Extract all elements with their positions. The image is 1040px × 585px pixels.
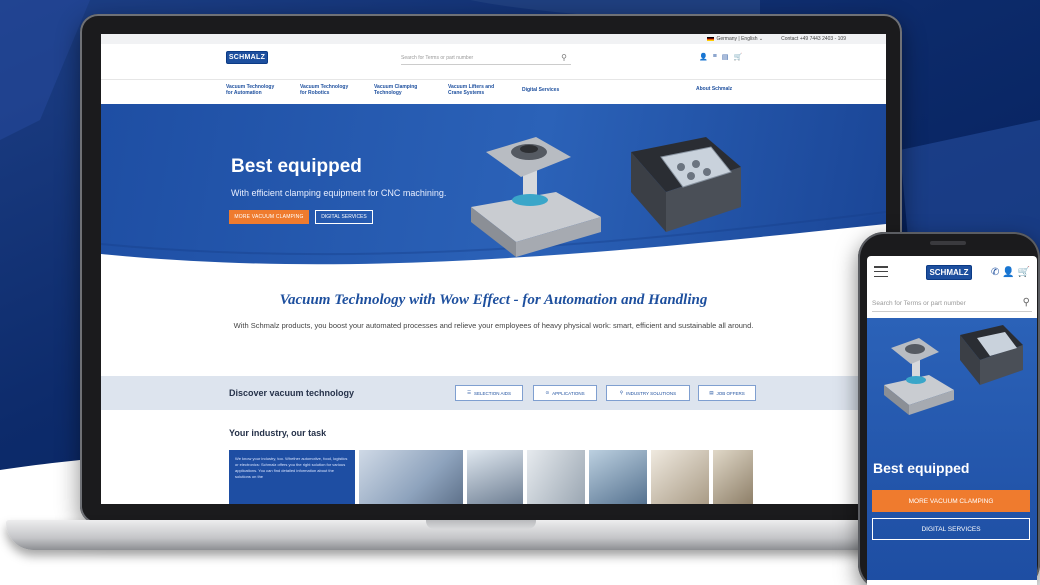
digital-services-button[interactable]: DIGITAL SERVICES bbox=[315, 210, 373, 224]
locale-selector[interactable]: Germany | English ⌄ bbox=[707, 36, 763, 42]
phone-digital-services-button[interactable]: DIGITAL SERVICES bbox=[872, 518, 1030, 540]
phone-frame: SCHMALZ ✆ 👤 🛒 Search for Terms or part n… bbox=[858, 232, 1040, 585]
nav-item-clamping[interactable]: Vacuum Clamping Technology bbox=[374, 84, 430, 96]
phone-search-placeholder: Search for Terms or part number bbox=[872, 300, 966, 307]
phone-schmalz-logo[interactable]: SCHMALZ bbox=[926, 265, 972, 280]
vacuum-gripper-product-image bbox=[631, 137, 741, 232]
industry-title: Your industry, our task bbox=[229, 428, 327, 438]
laptop-screen: Germany | English ⌄ Contact +49 7443 240… bbox=[101, 34, 886, 504]
phone-search-input[interactable]: Search for Terms or part number ⚲ bbox=[872, 294, 1032, 312]
intro-section: Vacuum Technology with Wow Effect - for … bbox=[101, 280, 886, 332]
search-input[interactable]: Search for Terms or part number ⚲ bbox=[401, 52, 571, 65]
phone-screen: SCHMALZ ✆ 👤 🛒 Search for Terms or part n… bbox=[867, 256, 1037, 585]
phone-header: SCHMALZ ✆ 👤 🛒 bbox=[867, 256, 1037, 290]
industry-image-electronics[interactable] bbox=[467, 450, 523, 504]
vacuum-clamp-product-image bbox=[471, 137, 601, 257]
job-offers-label: JOB OFFERS bbox=[716, 390, 745, 396]
phone-header-icons: ✆ 👤 🛒 bbox=[991, 267, 1030, 278]
selection-aids-button[interactable]: ☰ SELECTION AIDS bbox=[455, 385, 523, 401]
hero-wrapper: Best equipped With efficient clamping eq… bbox=[101, 104, 886, 290]
cart-icon[interactable]: 🛒 bbox=[733, 53, 742, 61]
applications-button[interactable]: ⊙ APPLICATIONS bbox=[533, 385, 597, 401]
industry-image-wood[interactable] bbox=[651, 450, 709, 504]
more-vacuum-clamping-button[interactable]: MORE VACUUM CLAMPING bbox=[229, 210, 309, 224]
selection-aids-label: SELECTION AIDS bbox=[474, 390, 512, 396]
nav-item-lifters[interactable]: Vacuum Lifters and Crane Systems bbox=[448, 84, 504, 96]
sliders-icon: ☰ bbox=[466, 390, 472, 395]
industry-image-logistics[interactable] bbox=[527, 450, 585, 504]
industry-image-automotive[interactable] bbox=[359, 450, 463, 504]
schmalz-logo[interactable]: SCHMALZ bbox=[226, 51, 268, 64]
play-circle-icon: ⊙ bbox=[545, 390, 550, 395]
discover-label: Discover vacuum technology bbox=[229, 388, 355, 398]
hero-title: Best equipped bbox=[231, 156, 362, 177]
intro-title: Vacuum Technology with Wow Effect - for … bbox=[279, 292, 708, 308]
search-placeholder: Search for Terms or part number bbox=[401, 55, 474, 61]
laptop-base bbox=[6, 520, 954, 550]
contact-link[interactable]: Contact +49 7443 2403 - 109 bbox=[781, 36, 846, 42]
header-icons: 👤 ≡ ▤ 🛒 bbox=[699, 53, 742, 61]
industry-intro-card: We know your industry, too. Whether auto… bbox=[229, 450, 355, 504]
germany-flag-icon bbox=[707, 36, 715, 41]
search-icon[interactable]: ⚲ bbox=[1023, 297, 1030, 308]
nav-item-digital-services[interactable]: Digital Services bbox=[522, 87, 578, 96]
locale-label: Germany | English bbox=[716, 36, 758, 42]
nav-item-about[interactable]: About Schmalz bbox=[696, 86, 732, 92]
industry-image-food[interactable] bbox=[713, 450, 753, 504]
top-utility-bar: Germany | English ⌄ Contact +49 7443 240… bbox=[101, 34, 886, 44]
user-icon[interactable]: 👤 bbox=[699, 53, 708, 61]
phone-hero: Best equipped MORE VACUUM CLAMPING DIGIT… bbox=[867, 318, 1037, 580]
phone-speaker bbox=[930, 241, 966, 245]
hero-banner: Best equipped With efficient clamping eq… bbox=[101, 104, 886, 290]
industry-solutions-label: INDUSTRY SOLUTIONS bbox=[626, 390, 677, 396]
search-icon: ⚲ bbox=[619, 390, 624, 395]
main-navigation: Vacuum Technology for Automation Vacuum … bbox=[226, 84, 732, 96]
document-icon: ▤ bbox=[709, 390, 714, 395]
discover-bar: Discover vacuum technology ☰ SELECTION AI… bbox=[101, 376, 886, 410]
notepad-icon[interactable]: ▤ bbox=[722, 53, 729, 61]
user-icon[interactable]: 👤 bbox=[1002, 267, 1014, 278]
intro-text: With Schmalz products, you boost your au… bbox=[233, 321, 754, 330]
site-header: SCHMALZ Search for Terms or part number … bbox=[101, 44, 886, 80]
compare-icon[interactable]: ≡ bbox=[713, 53, 717, 61]
hamburger-menu-icon[interactable] bbox=[874, 266, 888, 277]
phone-gripper-product-image bbox=[960, 325, 1023, 385]
cart-icon[interactable]: 🛒 bbox=[1018, 267, 1030, 278]
phone-clamp-product-image bbox=[884, 338, 954, 415]
phone-more-vacuum-clamping-button[interactable]: MORE VACUUM CLAMPING bbox=[872, 490, 1030, 512]
applications-label: APPLICATIONS bbox=[552, 390, 585, 396]
industry-image-packaging[interactable] bbox=[589, 450, 647, 504]
laptop-notch bbox=[426, 520, 536, 529]
industry-solutions-button[interactable]: ⚲ INDUSTRY SOLUTIONS bbox=[606, 385, 690, 401]
job-offers-button[interactable]: ▤ JOB OFFERS bbox=[698, 385, 756, 401]
phone-icon[interactable]: ✆ bbox=[991, 267, 999, 278]
hero-subtitle: With efficient clamping equipment for CN… bbox=[231, 188, 447, 198]
search-icon[interactable]: ⚲ bbox=[561, 53, 567, 62]
phone-hero-title: Best equipped bbox=[873, 460, 970, 476]
nav-item-automation[interactable]: Vacuum Technology for Automation bbox=[226, 84, 282, 96]
nav-item-robotics[interactable]: Vacuum Technology for Robotics bbox=[300, 84, 356, 96]
